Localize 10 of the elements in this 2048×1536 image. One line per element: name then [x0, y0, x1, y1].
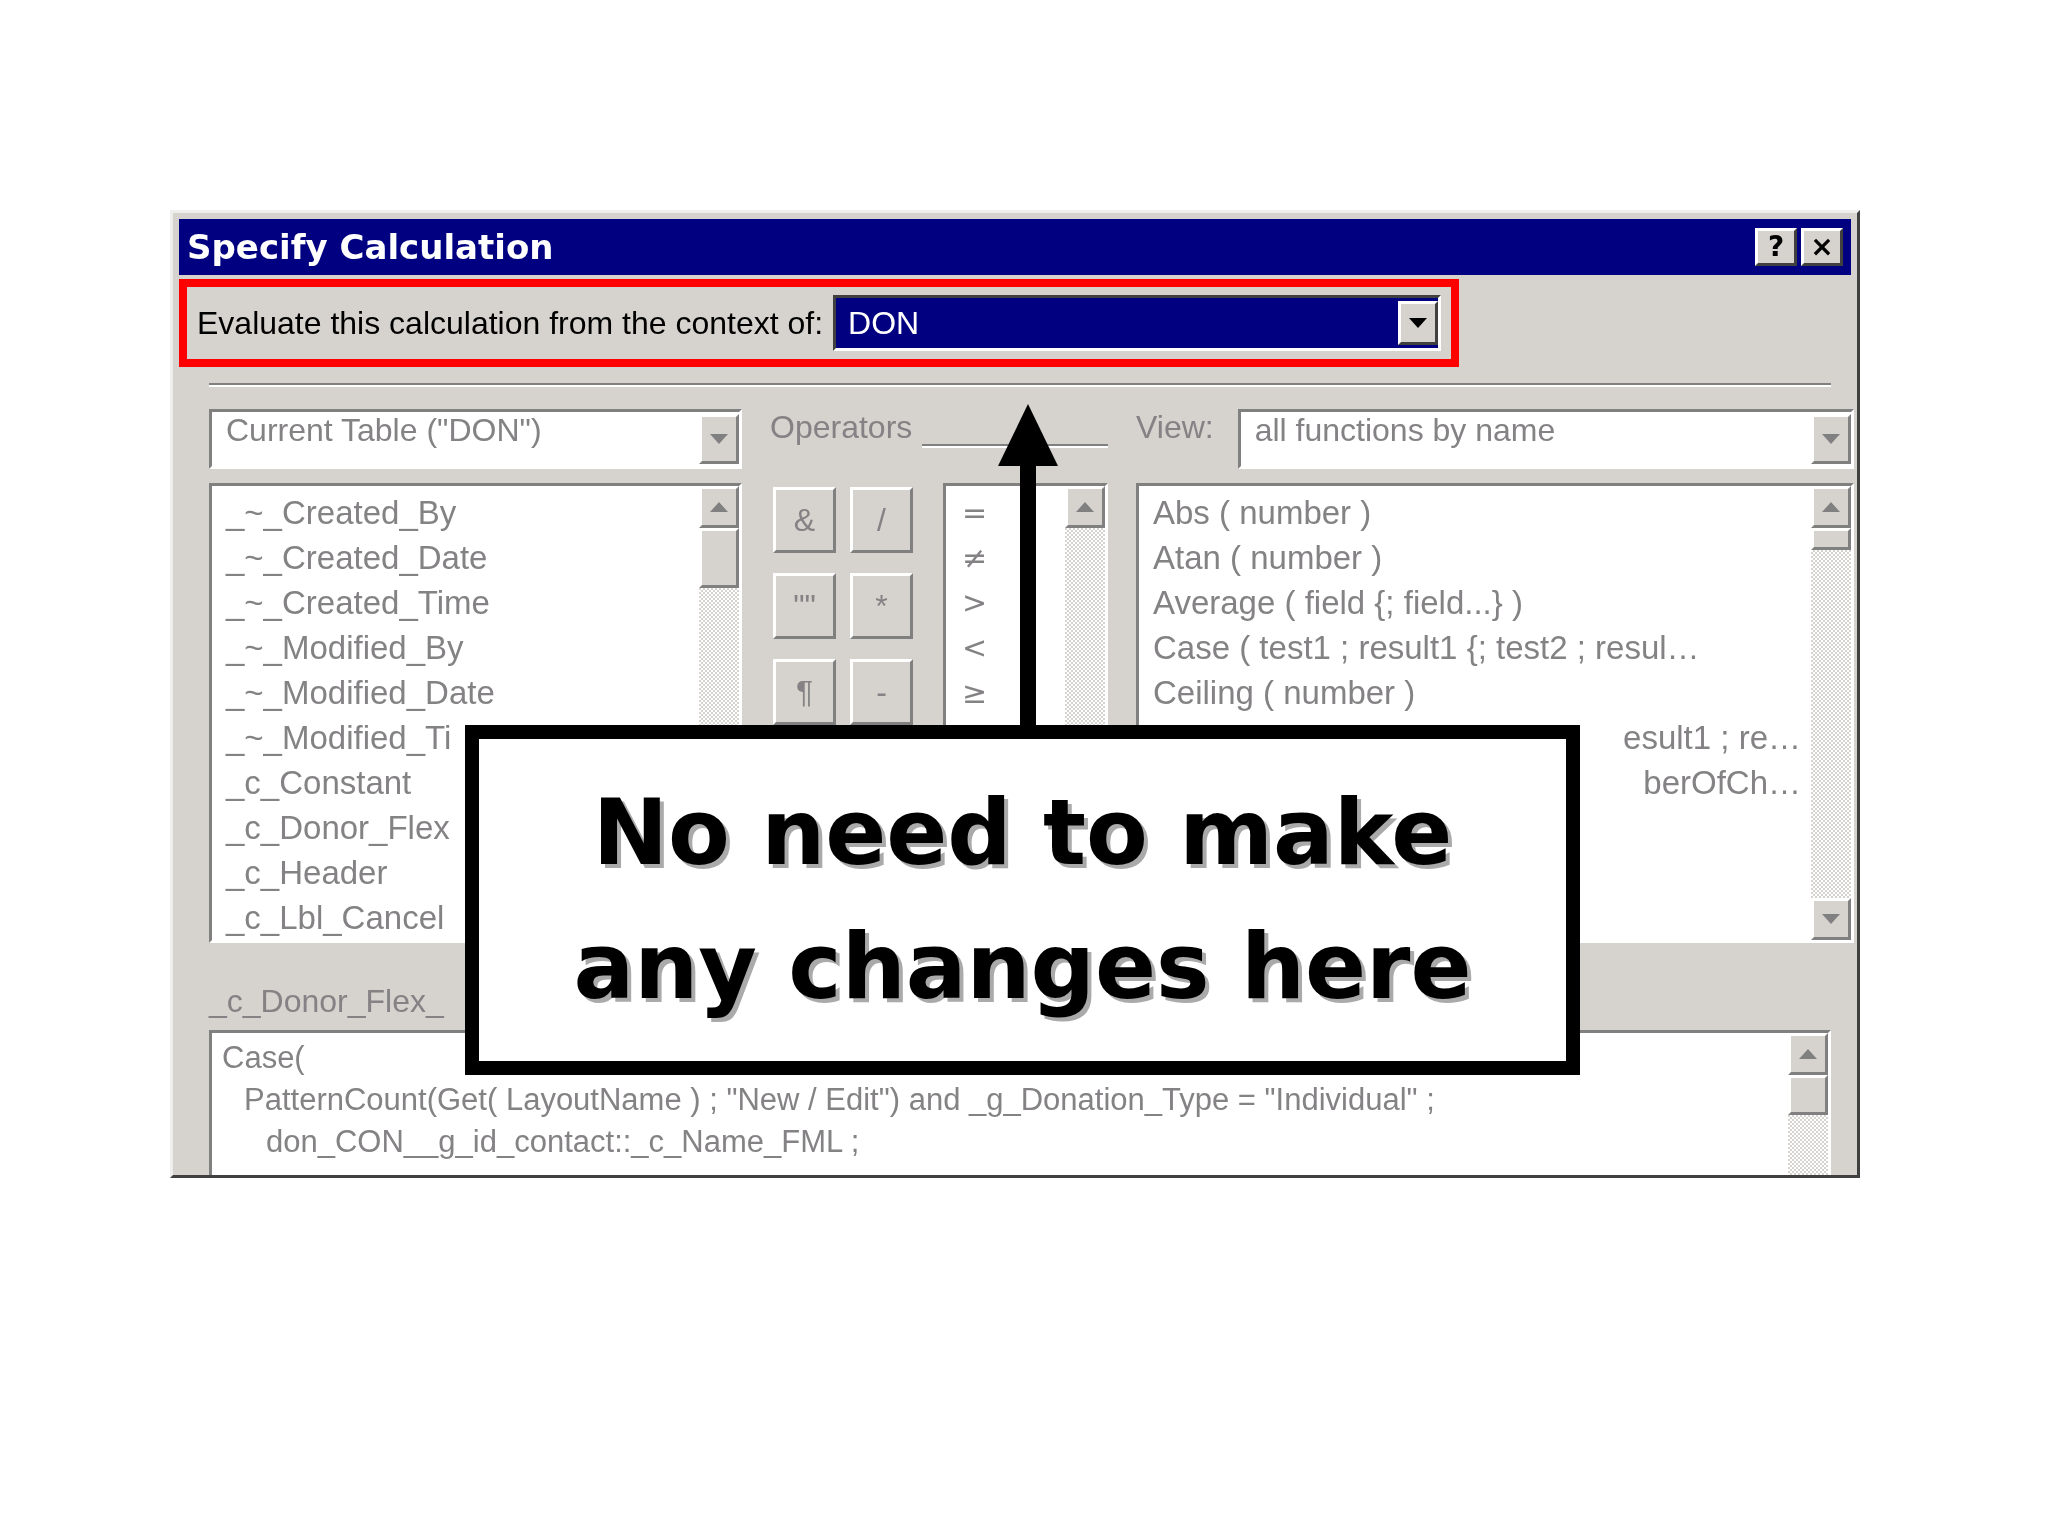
view-label: View: [1136, 409, 1214, 446]
window-title: Specify Calculation [187, 227, 554, 267]
formula-line: Case( [222, 1039, 305, 1077]
callout-text: No need to make [592, 779, 1453, 887]
operators-label: Operators [770, 409, 913, 446]
formula-line: don_CON__g_id_contact::_c_Name_FML ; [265, 1123, 860, 1161]
context-label: Evaluate this calculation from the context of: [197, 304, 824, 342]
callout-text: any changes here [573, 913, 1472, 1021]
formula-line: PatternCount(Get( LayoutName ) ; "New / Edit") and _g_Donation_Type = "Individual" ; [243, 1081, 1435, 1119]
field-name-label: _c_Donor_Flex_ [209, 983, 444, 1020]
